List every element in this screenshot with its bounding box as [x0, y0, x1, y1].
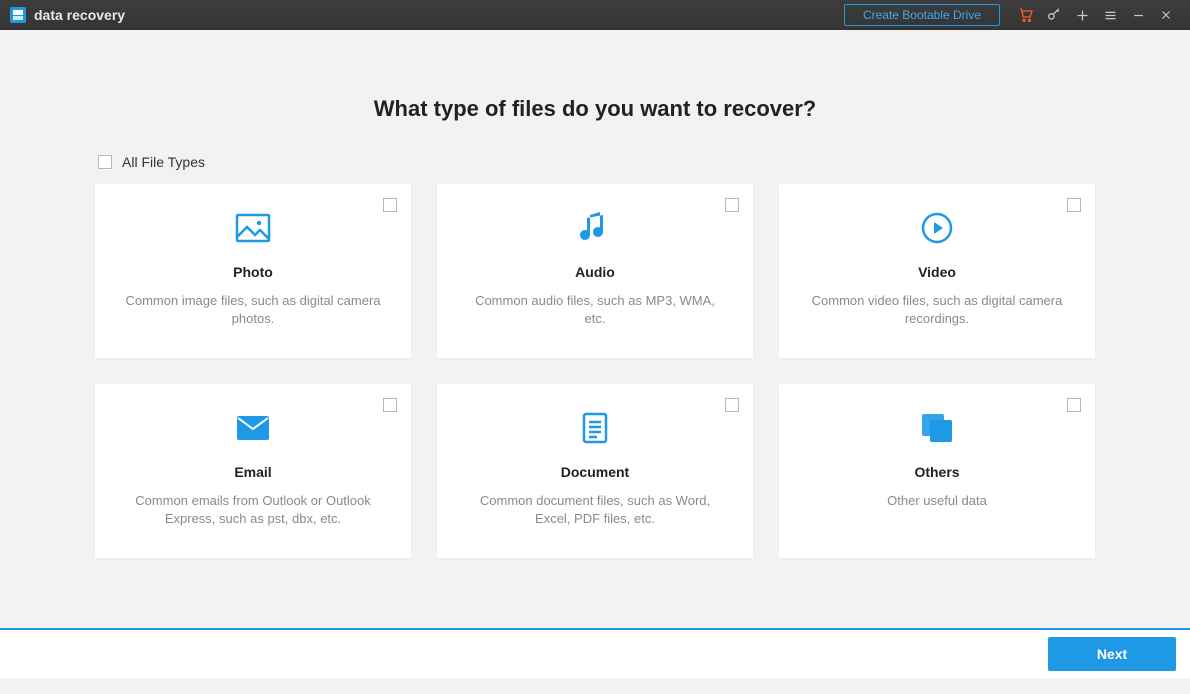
cart-icon[interactable] — [1012, 0, 1040, 30]
card-title: Photo — [115, 264, 391, 280]
card-desc: Common document files, such as Word, Exc… — [457, 492, 733, 528]
card-desc: Other useful data — [799, 492, 1075, 510]
file-type-card-video[interactable]: Video Common video files, such as digita… — [779, 184, 1095, 358]
all-file-types-checkbox[interactable] — [98, 155, 112, 169]
card-checkbox-email[interactable] — [383, 398, 397, 412]
card-title: Document — [457, 464, 733, 480]
file-type-grid: Photo Common image files, such as digita… — [95, 184, 1095, 558]
file-type-card-photo[interactable]: Photo Common image files, such as digita… — [95, 184, 411, 358]
card-desc: Common image files, such as digital came… — [115, 292, 391, 328]
card-desc: Common audio files, such as MP3, WMA, et… — [457, 292, 733, 328]
titlebar: data recovery Create Bootable Drive — [0, 0, 1190, 30]
card-title: Audio — [457, 264, 733, 280]
file-type-card-others[interactable]: Others Other useful data — [779, 384, 1095, 558]
document-icon — [457, 408, 733, 448]
menu-icon[interactable] — [1096, 0, 1124, 30]
card-desc: Common video files, such as digital came… — [799, 292, 1075, 328]
card-checkbox-audio[interactable] — [725, 198, 739, 212]
card-checkbox-photo[interactable] — [383, 198, 397, 212]
minimize-icon[interactable] — [1124, 0, 1152, 30]
all-file-types-label: All File Types — [122, 154, 205, 170]
close-icon[interactable] — [1152, 0, 1180, 30]
others-icon — [799, 408, 1075, 448]
app-logo-icon — [10, 7, 26, 23]
card-title: Video — [799, 264, 1075, 280]
file-type-card-email[interactable]: Email Common emails from Outlook or Outl… — [95, 384, 411, 558]
card-desc: Common emails from Outlook or Outlook Ex… — [115, 492, 391, 528]
create-bootable-drive-button[interactable]: Create Bootable Drive — [844, 4, 1000, 26]
email-icon — [115, 408, 391, 448]
photo-icon — [115, 208, 391, 248]
file-type-card-audio[interactable]: Audio Common audio files, such as MP3, W… — [437, 184, 753, 358]
video-icon — [799, 208, 1075, 248]
app-title: data recovery — [34, 7, 125, 23]
card-checkbox-video[interactable] — [1067, 198, 1081, 212]
footer-bar: Next — [0, 628, 1190, 678]
card-checkbox-others[interactable] — [1067, 398, 1081, 412]
page-heading: What type of files do you want to recove… — [0, 96, 1190, 122]
next-button[interactable]: Next — [1048, 637, 1176, 671]
key-icon[interactable] — [1040, 0, 1068, 30]
audio-icon — [457, 208, 733, 248]
card-checkbox-document[interactable] — [725, 398, 739, 412]
file-type-card-document[interactable]: Document Common document files, such as … — [437, 384, 753, 558]
plus-icon[interactable] — [1068, 0, 1096, 30]
all-file-types-row[interactable]: All File Types — [98, 154, 1095, 170]
main-content: What type of files do you want to recove… — [0, 96, 1190, 694]
card-title: Others — [799, 464, 1075, 480]
card-title: Email — [115, 464, 391, 480]
